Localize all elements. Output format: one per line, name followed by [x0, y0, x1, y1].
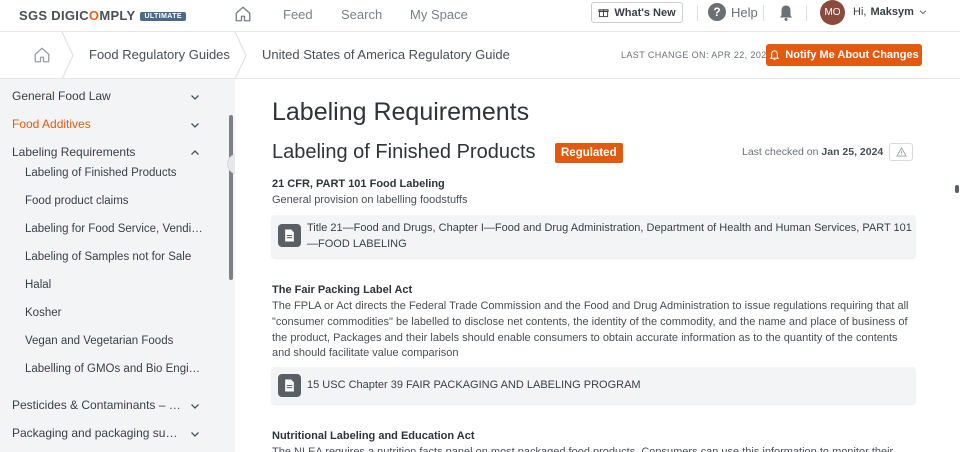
bell-icon[interactable]	[777, 4, 795, 22]
avatar[interactable]: MO	[820, 0, 845, 25]
nav-search[interactable]: Search	[341, 7, 382, 22]
section-title: Labeling of Finished Products	[272, 141, 536, 163]
divider	[763, 5, 764, 21]
top-bar: SGS DIGICOMPLY ULTIMATE Feed Search My Sp…	[0, 0, 960, 32]
chevron-up-icon[interactable]	[189, 147, 201, 159]
sidebar-subitem[interactable]: Halal	[25, 279, 203, 291]
sidebar-item-labeling-requirements[interactable]: Labeling Requirements	[12, 145, 135, 159]
regulation-title: 21 CFR, PART 101 Food Labeling	[272, 178, 445, 190]
user-name: Maksym	[870, 6, 914, 18]
breadcrumb-separator	[234, 32, 247, 79]
last-checked-date: Jan 25, 2024	[821, 146, 884, 158]
logo-text: SGS DIGIC	[19, 8, 89, 23]
sidebar-item-general-food-law[interactable]: General Food Law	[12, 89, 111, 103]
whats-new-label: What's New	[614, 6, 676, 19]
help-label: Help	[731, 4, 758, 20]
sidebar-subitem[interactable]: Labeling for Food Service, Vending…	[25, 223, 203, 235]
sidebar-subitem[interactable]: Kosher	[25, 307, 203, 319]
nav-feed[interactable]: Feed	[283, 7, 313, 22]
document-icon	[278, 224, 301, 247]
home-icon[interactable]	[33, 46, 51, 64]
logo-text-end: MPLY	[99, 8, 136, 23]
sidebar-scrollbar[interactable]	[229, 115, 233, 280]
user-menu[interactable]: Hi, Maksym	[853, 6, 928, 18]
last-checked-label: Last checked on	[742, 146, 819, 158]
logo-accent: O	[88, 8, 100, 23]
help-button[interactable]: ? Help	[708, 3, 758, 21]
regulation-description: General provision on labelling foodstuff…	[272, 194, 468, 206]
notify-label: Notify Me About Changes	[785, 49, 919, 61]
sidebar-subitem[interactable]: Labeling of Samples not for Sale	[25, 251, 203, 263]
document-icon	[278, 374, 301, 397]
chevron-down-icon[interactable]	[189, 119, 201, 131]
regulation-description: The NLEA requires a nutrition facts pane…	[272, 446, 894, 452]
last-checked: Last checked on Jan 25, 2024	[742, 146, 883, 158]
document-link-text: 15 USC Chapter 39 FAIR PACKAGING AND LAB…	[307, 379, 641, 391]
sidebar-subitem[interactable]: Food product claims	[25, 195, 203, 207]
breadcrumb: Food Regulatory Guides United States of …	[0, 32, 960, 79]
divider	[806, 5, 807, 21]
help-icon: ?	[708, 3, 726, 21]
report-issue-button[interactable]	[889, 143, 913, 161]
document-link[interactable]: 15 USC Chapter 39 FAIR PACKAGING AND LAB…	[271, 367, 916, 404]
page-title: Labeling Requirements	[272, 98, 530, 126]
greeting: Hi,	[853, 6, 867, 18]
warning-icon	[895, 147, 907, 157]
whats-new-button[interactable]: What's New	[591, 2, 683, 23]
regulation-title: The Fair Packing Label Act	[272, 284, 413, 296]
status-badge: Regulated	[555, 143, 623, 163]
regulation-description: The FPLA or Act directs the Federal Trad…	[272, 300, 909, 360]
breadcrumb-item[interactable]: Food Regulatory Guides	[89, 47, 230, 62]
sidebar-item-pesticides[interactable]: Pesticides & Contaminants – Ma…	[12, 398, 182, 412]
page-scrollbar[interactable]	[955, 185, 959, 193]
chevron-down-icon[interactable]	[189, 91, 201, 103]
chevron-down-icon	[919, 10, 927, 15]
chevron-down-icon[interactable]	[189, 400, 201, 412]
sidebar-item-food-additives[interactable]: Food Additives	[12, 117, 91, 131]
sidebar-subitem[interactable]: Vegan and Vegetarian Foods	[25, 335, 203, 347]
sidebar-item-packaging[interactable]: Packaging and packaging sustain…	[12, 426, 182, 440]
breadcrumb-separator	[61, 32, 74, 79]
divider	[697, 5, 698, 21]
notify-button[interactable]: Notify Me About Changes	[766, 44, 922, 66]
sidebar-subitem[interactable]: Labelling of GMOs and Bio Engine…	[25, 363, 203, 375]
sidebar-subitem[interactable]: Labeling of Finished Products	[25, 167, 203, 179]
app-logo[interactable]: SGS DIGICOMPLY ULTIMATE	[19, 8, 186, 23]
gift-icon	[598, 9, 609, 18]
regulation-title: Nutritional Labeling and Education Act	[272, 430, 475, 442]
last-change-date: LAST CHANGE ON: APR 22, 2024	[621, 50, 773, 60]
breadcrumb-current: United States of America Regulatory Guid…	[262, 47, 510, 62]
nav-my-space[interactable]: My Space	[410, 7, 468, 22]
logo-badge: ULTIMATE	[140, 12, 186, 21]
chevron-down-icon[interactable]	[189, 428, 201, 440]
bell-icon	[770, 49, 780, 60]
document-link[interactable]: Title 21—Food and Drugs, Chapter I—Food …	[271, 215, 916, 258]
sidebar: General Food Law Food Additives Labeling…	[0, 79, 235, 452]
home-icon[interactable]	[234, 5, 252, 23]
document-link-text: Title 21—Food and Drugs, Chapter I—Food …	[307, 222, 912, 250]
